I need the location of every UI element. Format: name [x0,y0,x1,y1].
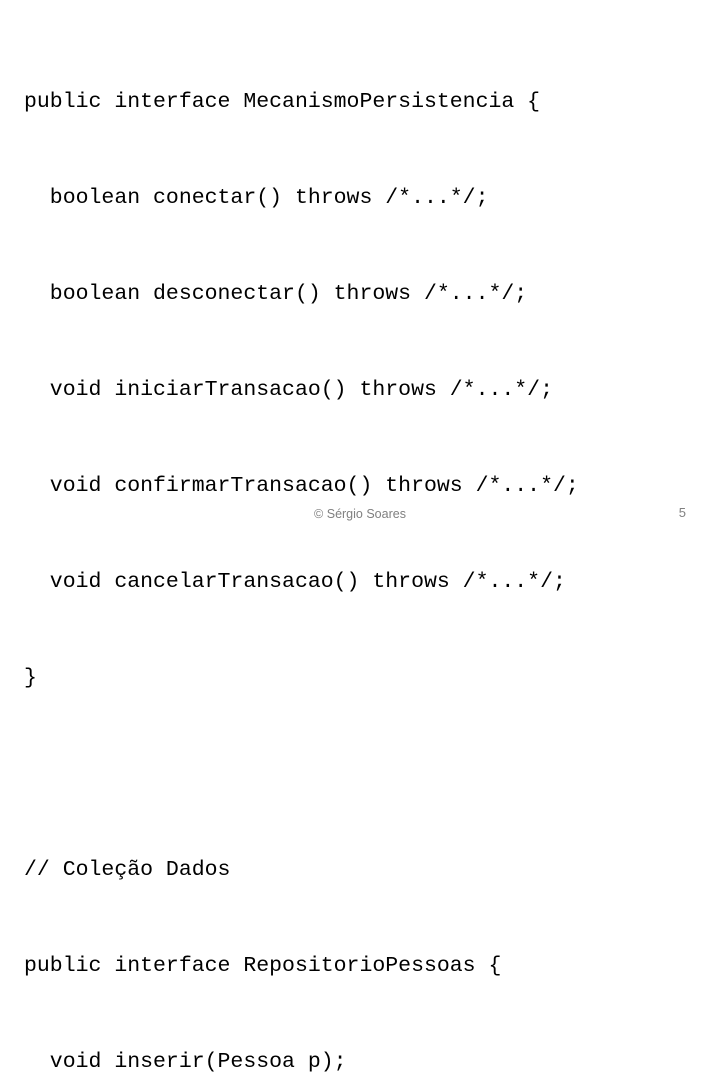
footer-page-number: 5 [678,505,686,520]
slide-footer: © Sérgio Soares 5 [0,503,720,540]
code-line: } [24,666,37,690]
code-content-area: public interface MecanismoPersistencia {… [24,22,720,1080]
slide-canvas: public interface MecanismoPersistencia {… [0,0,720,1074]
code-line: boolean conectar() throws /*...*/; [24,186,489,210]
code-block-mecanismo-persistencia: public interface MecanismoPersistencia {… [24,22,720,758]
footer-credit-text: © Sérgio Soares [314,507,406,521]
code-line: void iniciarTransacao() throws /*...*/; [24,378,553,402]
code-line: public interface MecanismoPersistencia { [24,90,541,114]
code-line: void cancelarTransacao() throws /*...*/; [24,570,566,594]
code-line: boolean desconectar() throws /*...*/; [24,282,528,306]
code-line: void inserir(Pessoa p); [24,1050,347,1074]
code-block-repositorio-pessoas: // Coleção Dados public interface Reposi… [24,790,720,1080]
code-line: // Coleção Dados [24,858,231,882]
code-line: public interface RepositorioPessoas { [24,954,502,978]
code-line: void confirmarTransacao() throws /*...*/… [24,474,579,498]
